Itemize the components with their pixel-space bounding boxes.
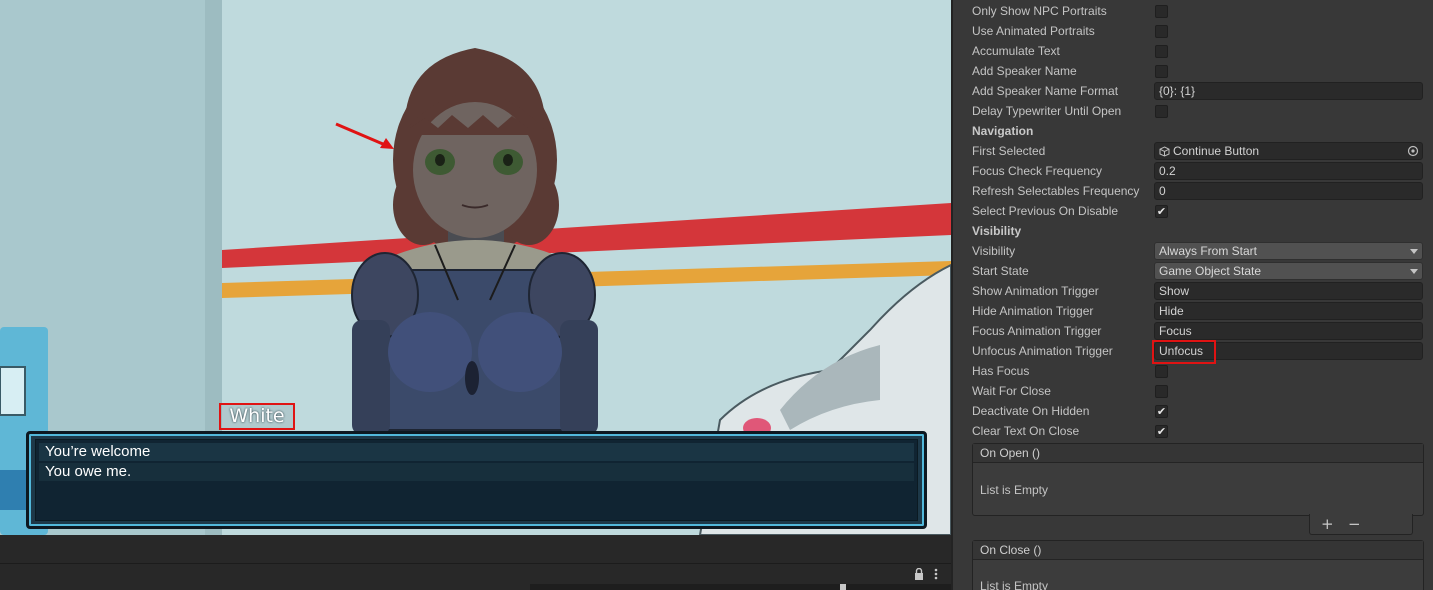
property-row-add-speaker-name: Add Speaker Name [953, 61, 1433, 81]
select-previous-on-disable-checkbox[interactable]: ✔ [1155, 205, 1168, 218]
lock-icon[interactable] [914, 568, 924, 580]
property-label: Refresh Selectables Frequency [972, 184, 1140, 198]
property-row-has-focus: Has Focus [953, 361, 1433, 381]
property-row-refresh-selectables-frequency: Refresh Selectables Frequency 0 [953, 181, 1433, 201]
property-label: Use Animated Portraits [972, 24, 1095, 38]
unfocus-animation-trigger-field[interactable]: Unfocus [1154, 342, 1423, 360]
section-header-navigation[interactable]: Navigation [972, 123, 1033, 139]
property-label: Add Speaker Name [972, 64, 1077, 78]
property-label: Hide Animation Trigger [972, 304, 1094, 318]
response-list: You’re welcome You owe me. [35, 439, 918, 521]
on-open-header[interactable]: On Open () [973, 444, 1423, 463]
has-focus-checkbox[interactable] [1155, 365, 1168, 378]
focus-check-frequency-field[interactable]: 0.2 [1154, 162, 1423, 180]
section-header-visibility[interactable]: Visibility [972, 223, 1021, 239]
property-label: Wait For Close [972, 384, 1051, 398]
property-row-focus-animation-trigger: Focus Animation Trigger Focus [953, 321, 1433, 341]
first-selected-object-field[interactable]: Continue Button [1154, 142, 1423, 160]
scrollbar-thumb[interactable] [840, 584, 846, 590]
wait-for-close-checkbox[interactable] [1155, 385, 1168, 398]
on-open-footer: + − [1309, 514, 1413, 535]
property-label: Delay Typewriter Until Open [972, 104, 1122, 118]
property-row-deactivate-on-hidden: Deactivate On Hidden ✔ [953, 401, 1433, 421]
dropdown-value: Always From Start [1159, 244, 1258, 258]
on-close-empty-text: List is Empty [980, 579, 1049, 590]
property-row-clear-text-on-close: Clear Text On Close ✔ [953, 421, 1433, 441]
game-view-footer [0, 535, 951, 590]
property-row-show-animation-trigger: Show Animation Trigger Show [953, 281, 1433, 301]
property-label: Only Show NPC Portraits [972, 4, 1107, 18]
on-open-event: On Open () List is Empty [972, 443, 1424, 516]
property-label: Focus Animation Trigger [972, 324, 1102, 338]
only-show-npc-portraits-checkbox[interactable] [1155, 5, 1168, 18]
property-row-visibility: Visibility [953, 221, 1433, 241]
footer-divider [0, 563, 951, 564]
property-row-hide-animation-trigger: Hide Animation Trigger Hide [953, 301, 1433, 321]
property-row-navigation: Navigation [953, 121, 1433, 141]
remove-listener-button[interactable]: − [1348, 515, 1361, 533]
speaker-name-label: White [219, 403, 295, 430]
property-row-delay-typewriter-until-open: Delay Typewriter Until Open [953, 101, 1433, 121]
property-label: Clear Text On Close [972, 424, 1080, 438]
bottom-scrollbar[interactable] [530, 584, 951, 590]
show-animation-trigger-field[interactable]: Show [1154, 282, 1423, 300]
property-label: First Selected [972, 144, 1046, 158]
property-row-unfocus-animation-trigger: Unfocus Animation Trigger Unfocus [953, 341, 1433, 361]
use-animated-portraits-checkbox[interactable] [1155, 25, 1168, 38]
property-row-add-speaker-name-format: Add Speaker Name Format {0}: {1} [953, 81, 1433, 101]
property-label: Focus Check Frequency [972, 164, 1103, 178]
visibility-dropdown[interactable]: Always From Start [1154, 242, 1423, 260]
dropdown-value: Game Object State [1159, 264, 1262, 278]
add-speaker-name-checkbox[interactable] [1155, 65, 1168, 78]
property-label: Deactivate On Hidden [972, 404, 1090, 418]
clear-text-on-close-checkbox[interactable]: ✔ [1155, 425, 1168, 438]
object-picker-icon[interactable] [1407, 145, 1419, 157]
add-speaker-name-format-field[interactable]: {0}: {1} [1154, 82, 1423, 100]
focus-animation-trigger-field[interactable]: Focus [1154, 322, 1423, 340]
inspector-panel: Only Show NPC Portraits Use Animated Port… [951, 0, 1433, 590]
property-label: Add Speaker Name Format [972, 84, 1119, 98]
property-row-select-previous-on-disable: Select Previous On Disable ✔ [953, 201, 1433, 221]
refresh-selectables-frequency-field[interactable]: 0 [1154, 182, 1423, 200]
object-field-value: Continue Button [1173, 144, 1260, 158]
deactivate-on-hidden-checkbox[interactable]: ✔ [1155, 405, 1168, 418]
property-label: Show Animation Trigger [972, 284, 1099, 298]
property-label: Select Previous On Disable [972, 204, 1119, 218]
property-row-wait-for-close: Wait For Close [953, 381, 1433, 401]
property-label: Has Focus [972, 364, 1030, 378]
property-label: Start State [972, 264, 1029, 278]
property-row-start-state: Start State Game Object State [953, 261, 1433, 281]
property-row-visibility: Visibility Always From Start [953, 241, 1433, 261]
response-menu-panel: You’re welcome You owe me. [26, 431, 927, 529]
accumulate-text-checkbox[interactable] [1155, 45, 1168, 58]
property-row-use-animated-portraits: Use Animated Portraits [953, 21, 1433, 41]
on-close-event: On Close () List is Empty [972, 540, 1424, 590]
start-state-dropdown[interactable]: Game Object State [1154, 262, 1423, 280]
response-button-0[interactable]: You’re welcome [39, 443, 914, 461]
property-label: Visibility [972, 244, 1016, 258]
hide-animation-trigger-field[interactable]: Hide [1154, 302, 1423, 320]
kebab-menu-icon[interactable] [933, 568, 939, 580]
property-label: Unfocus Animation Trigger [972, 344, 1113, 358]
on-close-header[interactable]: On Close () [973, 541, 1423, 560]
response-button-1[interactable]: You owe me. [39, 463, 914, 481]
property-row-only-show-npc-portraits: Only Show NPC Portraits [953, 1, 1433, 21]
add-listener-button[interactable]: + [1321, 515, 1334, 533]
property-row-first-selected: First Selected Continue Button [953, 141, 1433, 161]
property-row-accumulate-text: Accumulate Text [953, 41, 1433, 61]
cube-icon [1159, 146, 1170, 157]
chevron-down-icon [1410, 269, 1418, 274]
chevron-down-icon [1410, 249, 1418, 254]
property-label: Accumulate Text [972, 44, 1060, 58]
game-view: White You’re welcome You owe me. [0, 0, 951, 535]
property-row-focus-check-frequency: Focus Check Frequency 0.2 [953, 161, 1433, 181]
on-open-empty-text: List is Empty [980, 483, 1049, 497]
delay-typewriter-until-open-checkbox[interactable] [1155, 105, 1168, 118]
